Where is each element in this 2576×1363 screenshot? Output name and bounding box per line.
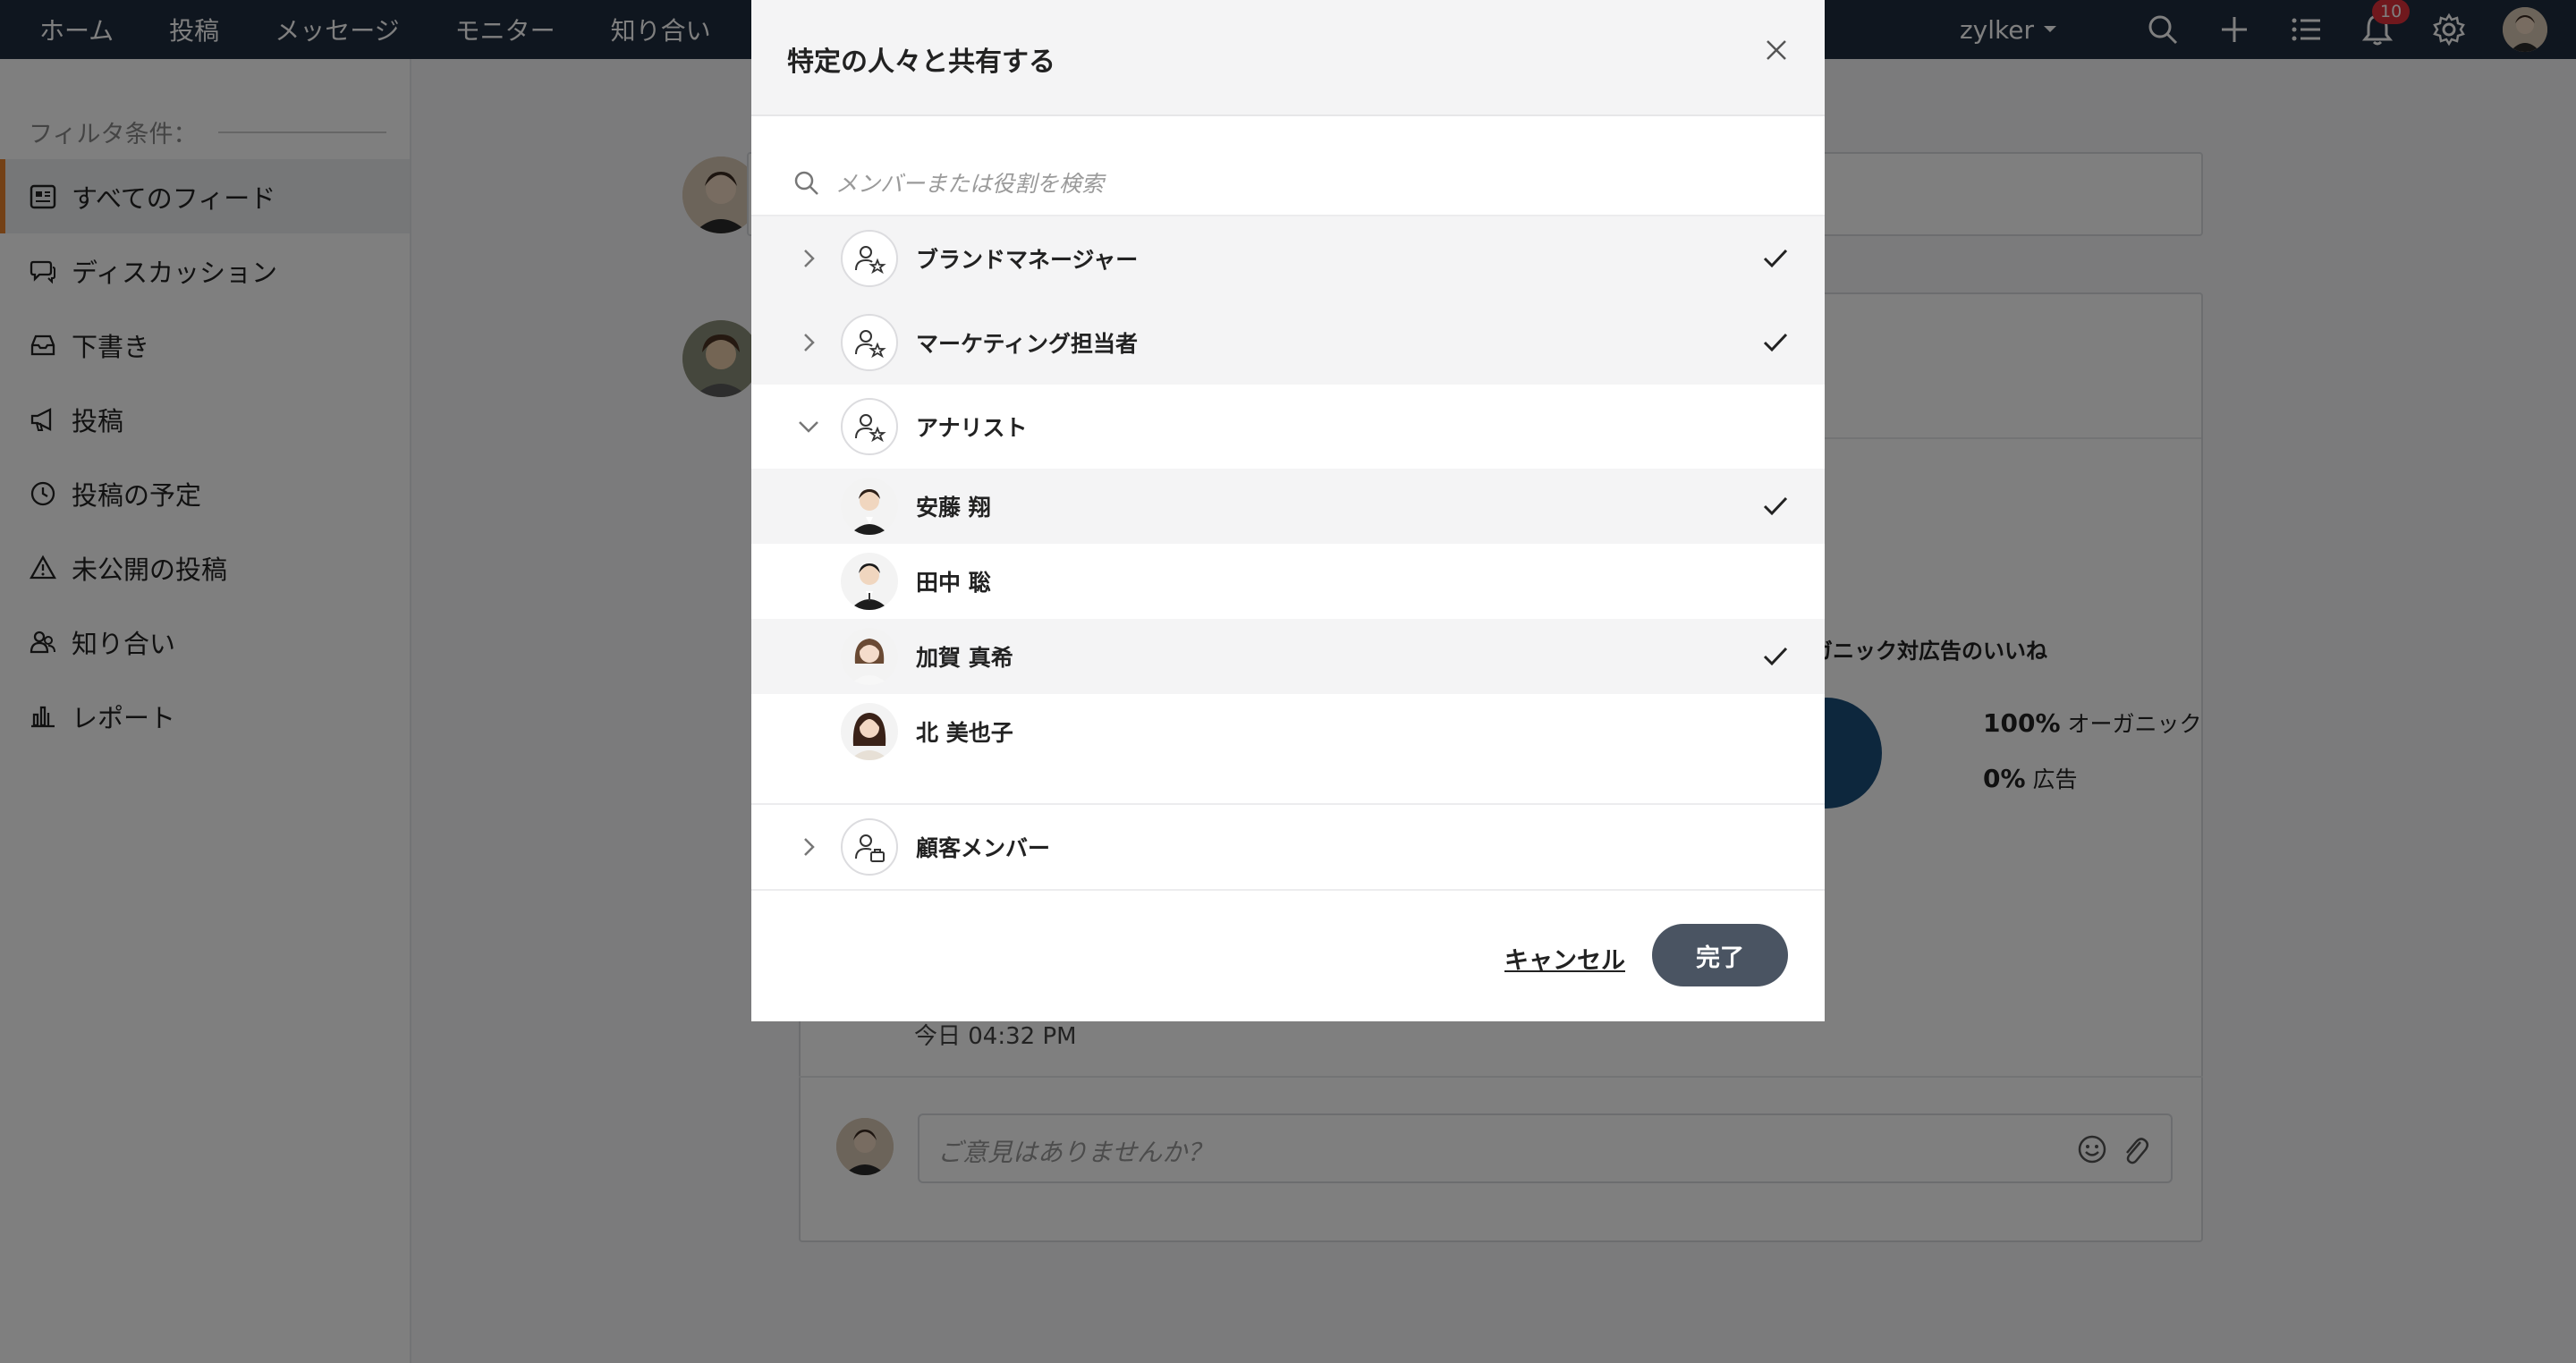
search-input[interactable]	[835, 170, 1640, 197]
role-icon	[841, 230, 898, 287]
share-dialog: 特定の人々と共有する ブランドマネージャー マーケティング担当者	[751, 0, 1825, 1021]
member-row[interactable]: 北 美也子	[751, 694, 1825, 769]
role-icon	[841, 314, 898, 371]
chevron-down-icon[interactable]	[796, 414, 821, 439]
role-label: 顧客メンバー	[916, 835, 1051, 861]
dialog-title: 特定の人々と共有する	[787, 47, 1055, 78]
chevron-right-icon[interactable]	[796, 834, 821, 859]
member-search	[751, 152, 1825, 216]
check-icon	[1763, 333, 1788, 352]
member-name: 田中 聡	[916, 570, 991, 596]
member-name: 北 美也子	[916, 720, 1013, 746]
dialog-header: 特定の人々と共有する	[751, 0, 1825, 116]
role-icon	[841, 398, 898, 455]
role-label: アナリスト	[916, 415, 1028, 441]
divider	[751, 889, 1825, 891]
member-row[interactable]: 田中 聡	[751, 544, 1825, 619]
role-icon	[841, 818, 898, 876]
check-icon	[1763, 496, 1788, 516]
divider	[751, 769, 1825, 805]
member-name: 加賀 真希	[916, 645, 1013, 671]
member-avatar	[841, 553, 898, 610]
member-row[interactable]: 加賀 真希	[751, 619, 1825, 694]
role-label: マーケティング担当者	[916, 331, 1139, 357]
role-row-brand-manager[interactable]: ブランドマネージャー	[751, 216, 1825, 301]
check-icon	[1763, 249, 1788, 268]
member-avatar	[841, 703, 898, 760]
chevron-right-icon[interactable]	[796, 330, 821, 355]
role-row-analyst[interactable]: アナリスト	[751, 385, 1825, 469]
done-button[interactable]: 完了	[1652, 924, 1788, 986]
user-star-icon	[855, 414, 886, 443]
role-row-marketing[interactable]: マーケティング担当者	[751, 301, 1825, 385]
role-label: ブランドマネージャー	[916, 247, 1139, 273]
search-icon	[794, 171, 818, 195]
member-avatar	[841, 628, 898, 685]
share-target-list: ブランドマネージャー マーケティング担当者 アナリスト 安藤 翔 田中 聡 加賀…	[751, 216, 1825, 891]
cancel-button[interactable]: キャンセル	[1504, 941, 1625, 976]
chevron-right-icon[interactable]	[796, 246, 821, 271]
member-name: 安藤 翔	[916, 495, 991, 521]
check-icon	[1763, 647, 1788, 666]
user-star-icon	[855, 330, 886, 359]
user-briefcase-icon	[855, 834, 885, 862]
close-icon[interactable]	[1762, 36, 1791, 64]
member-avatar	[841, 478, 898, 535]
member-row[interactable]: 安藤 翔	[751, 469, 1825, 544]
user-star-icon	[855, 246, 886, 275]
role-row-customer[interactable]: 顧客メンバー	[751, 805, 1825, 889]
